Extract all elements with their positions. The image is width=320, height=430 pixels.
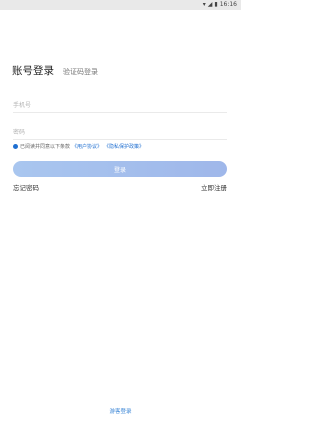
battery-icon: ▮ (214, 1, 218, 8)
phone-input[interactable] (13, 98, 227, 112)
phone-field-container (13, 98, 227, 113)
forgot-password-link[interactable]: 忘记密码 (13, 182, 39, 192)
password-input[interactable] (13, 125, 227, 139)
tab-sms-login[interactable]: 验证码登录 (63, 67, 98, 77)
tab-password-login[interactable]: 账号登录 (12, 63, 54, 78)
agree-checkbox[interactable] (13, 144, 18, 149)
user-agreement-link[interactable]: 《用户协议》 (72, 143, 102, 150)
register-link[interactable]: 立即注册 (201, 182, 227, 192)
login-button[interactable]: 登录 (13, 161, 227, 177)
password-field-container (13, 125, 227, 140)
privacy-policy-link[interactable]: 《隐私保护政策》 (104, 143, 144, 150)
guest-login-link[interactable]: 游客登录 (0, 407, 241, 415)
wifi-icon: ▾ (202, 1, 206, 8)
agreement-text: 已阅读并同意以下条款 (20, 144, 71, 150)
status-bar: ▾ ◢ ▮ 16:16 (0, 0, 241, 10)
status-icons: ▾ ◢ ▮ 16:16 (203, 0, 237, 10)
status-time: 16:16 (219, 1, 237, 8)
agreement-row: 已阅读并同意以下条款 《用户协议》 《隐私保护政策》 (13, 143, 144, 150)
signal-icon: ◢ (207, 1, 213, 8)
